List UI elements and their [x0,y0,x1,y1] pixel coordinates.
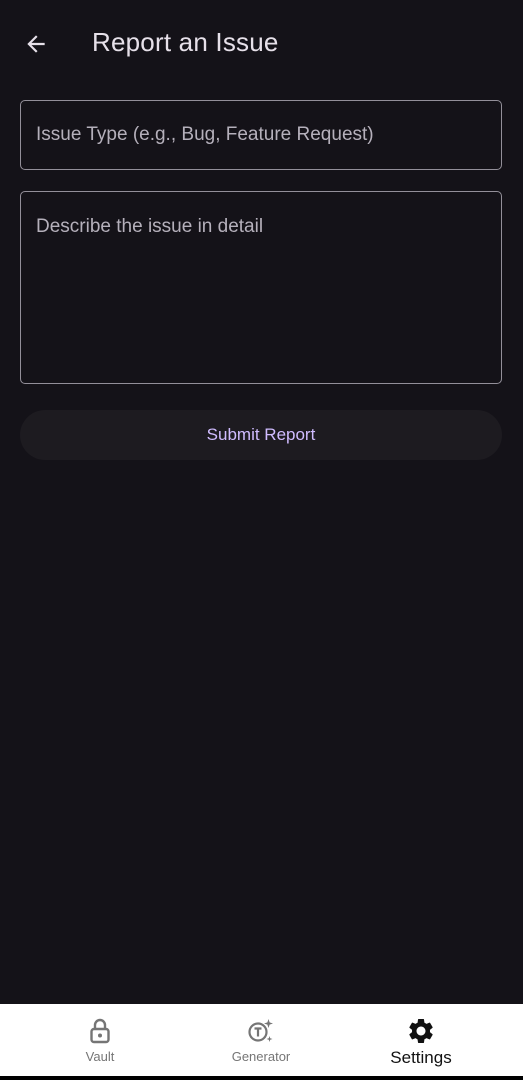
page-title: Report an Issue [92,27,279,57]
nav-item-generator[interactable]: Generator [211,1004,311,1076]
nav-label-settings: Settings [390,1048,452,1067]
arrow-back-icon [27,35,45,53]
submit-report-label: Submit Report [206,425,316,444]
issue-type-input[interactable] [20,100,502,170]
bottom-navigation-bar: Vault Generator Settings [0,1004,523,1076]
nav-label-vault: Vault [85,1049,115,1064]
nav-item-vault[interactable]: Vault [60,1004,140,1076]
issue-description-input[interactable] [20,191,502,384]
nav-item-settings[interactable]: Settings [371,1004,471,1076]
nav-label-generator: Generator [231,1049,291,1064]
lock-icon [85,1016,115,1046]
system-bottom-strip [0,1076,523,1080]
generator-icon [246,1016,276,1046]
back-button[interactable] [14,24,58,64]
submit-report-button[interactable]: Submit Report [20,410,502,460]
app-bar: Report an Issue [0,0,523,88]
gear-icon [406,1016,436,1046]
